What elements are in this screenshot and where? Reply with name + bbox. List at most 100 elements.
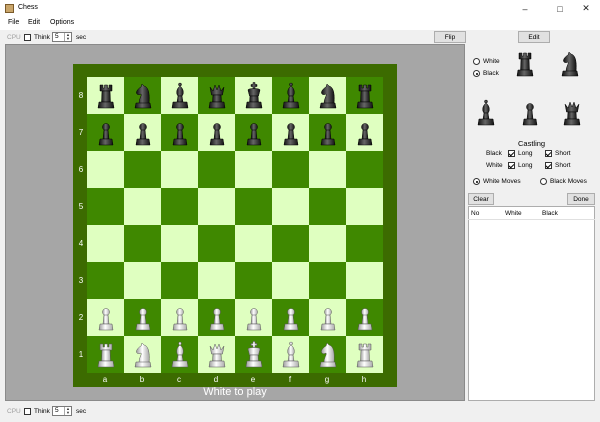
clear-button[interactable]: Clear xyxy=(468,193,494,205)
square-b3[interactable] xyxy=(124,262,161,299)
square-b8[interactable] xyxy=(124,77,161,114)
square-e5[interactable] xyxy=(235,188,272,225)
square-e1[interactable] xyxy=(235,336,272,373)
black-bishop-icon[interactable] xyxy=(170,82,190,110)
square-c7[interactable] xyxy=(161,114,198,151)
bottom-think-checkbox[interactable] xyxy=(24,408,31,415)
black-pawn-icon[interactable] xyxy=(133,119,153,147)
palette-knight[interactable] xyxy=(560,50,580,80)
black-pawn-icon[interactable] xyxy=(318,119,338,147)
square-h5[interactable] xyxy=(346,188,383,225)
square-d5[interactable] xyxy=(198,188,235,225)
black-pawn-icon[interactable] xyxy=(281,119,301,147)
square-e8[interactable] xyxy=(235,77,272,114)
square-a3[interactable] xyxy=(87,262,124,299)
close-icon[interactable]: ✕ xyxy=(572,0,600,17)
square-f2[interactable] xyxy=(272,299,309,336)
color-white-radio[interactable] xyxy=(473,58,480,65)
square-b6[interactable] xyxy=(124,151,161,188)
menu-file[interactable]: File xyxy=(8,19,19,26)
square-h1[interactable] xyxy=(346,336,383,373)
square-c4[interactable] xyxy=(161,225,198,262)
black-pawn-icon[interactable] xyxy=(355,119,375,147)
black-moves-radio[interactable] xyxy=(540,178,547,185)
square-g5[interactable] xyxy=(309,188,346,225)
flip-button[interactable]: Flip xyxy=(434,31,466,43)
black-pawn-icon[interactable] xyxy=(244,119,264,147)
square-g2[interactable] xyxy=(309,299,346,336)
black-short-checkbox[interactable] xyxy=(545,150,552,157)
square-h7[interactable] xyxy=(346,114,383,151)
black-bishop-icon[interactable] xyxy=(281,82,301,110)
white-rook-icon[interactable] xyxy=(355,341,375,369)
black-king-icon[interactable] xyxy=(244,82,264,110)
white-pawn-icon[interactable] xyxy=(170,304,190,332)
palette-bishop[interactable] xyxy=(476,99,496,129)
maximize-icon[interactable]: □ xyxy=(545,0,575,17)
black-knight-icon[interactable] xyxy=(318,82,338,110)
square-f4[interactable] xyxy=(272,225,309,262)
square-b7[interactable] xyxy=(124,114,161,151)
white-bishop-icon[interactable] xyxy=(170,341,190,369)
stepper-arrows-icon[interactable]: ▲ ▼ xyxy=(64,33,71,41)
square-g8[interactable] xyxy=(309,77,346,114)
square-d1[interactable] xyxy=(198,336,235,373)
black-knight-icon[interactable] xyxy=(133,82,153,110)
done-button[interactable]: Done xyxy=(567,193,595,205)
black-rook-icon[interactable] xyxy=(355,82,375,110)
white-queen-icon[interactable] xyxy=(207,341,227,369)
edit-button[interactable]: Edit xyxy=(518,31,550,43)
square-g4[interactable] xyxy=(309,225,346,262)
black-pawn-icon[interactable] xyxy=(96,119,116,147)
square-a5[interactable] xyxy=(87,188,124,225)
white-short-checkbox[interactable] xyxy=(545,162,552,169)
square-b5[interactable] xyxy=(124,188,161,225)
black-queen-icon[interactable] xyxy=(207,82,227,110)
think-seconds-stepper[interactable]: 5 ▲ ▼ xyxy=(52,32,72,42)
square-a7[interactable] xyxy=(87,114,124,151)
white-pawn-icon[interactable] xyxy=(207,304,227,332)
square-b2[interactable] xyxy=(124,299,161,336)
square-c8[interactable] xyxy=(161,77,198,114)
square-g1[interactable] xyxy=(309,336,346,373)
white-pawn-icon[interactable] xyxy=(355,304,375,332)
square-a2[interactable] xyxy=(87,299,124,336)
color-black-radio[interactable] xyxy=(473,70,480,77)
square-f5[interactable] xyxy=(272,188,309,225)
square-g6[interactable] xyxy=(309,151,346,188)
square-h6[interactable] xyxy=(346,151,383,188)
square-g3[interactable] xyxy=(309,262,346,299)
white-long-checkbox[interactable] xyxy=(508,162,515,169)
square-d8[interactable] xyxy=(198,77,235,114)
white-pawn-icon[interactable] xyxy=(318,304,338,332)
square-f6[interactable] xyxy=(272,151,309,188)
white-pawn-icon[interactable] xyxy=(281,304,301,332)
square-f7[interactable] xyxy=(272,114,309,151)
white-knight-icon[interactable] xyxy=(318,341,338,369)
square-g7[interactable] xyxy=(309,114,346,151)
bottom-stepper-arrows-icon[interactable]: ▲ ▼ xyxy=(64,407,71,415)
palette-pawn[interactable] xyxy=(520,99,540,129)
square-h2[interactable] xyxy=(346,299,383,336)
square-f8[interactable] xyxy=(272,77,309,114)
white-moves-radio[interactable] xyxy=(473,178,480,185)
square-c6[interactable] xyxy=(161,151,198,188)
menu-options[interactable]: Options xyxy=(50,19,74,26)
black-pawn-icon[interactable] xyxy=(207,119,227,147)
white-rook-icon[interactable] xyxy=(96,341,116,369)
square-e7[interactable] xyxy=(235,114,272,151)
square-e4[interactable] xyxy=(235,225,272,262)
square-e6[interactable] xyxy=(235,151,272,188)
square-c3[interactable] xyxy=(161,262,198,299)
square-b1[interactable] xyxy=(124,336,161,373)
menu-edit[interactable]: Edit xyxy=(28,19,40,26)
white-knight-icon[interactable] xyxy=(133,341,153,369)
square-e3[interactable] xyxy=(235,262,272,299)
square-e2[interactable] xyxy=(235,299,272,336)
chess-board[interactable] xyxy=(87,77,383,373)
white-pawn-icon[interactable] xyxy=(244,304,264,332)
black-long-checkbox[interactable] xyxy=(508,150,515,157)
square-a8[interactable] xyxy=(87,77,124,114)
minimize-icon[interactable]: – xyxy=(510,0,540,17)
bottom-think-seconds-stepper[interactable]: 5 ▲ ▼ xyxy=(52,406,72,416)
